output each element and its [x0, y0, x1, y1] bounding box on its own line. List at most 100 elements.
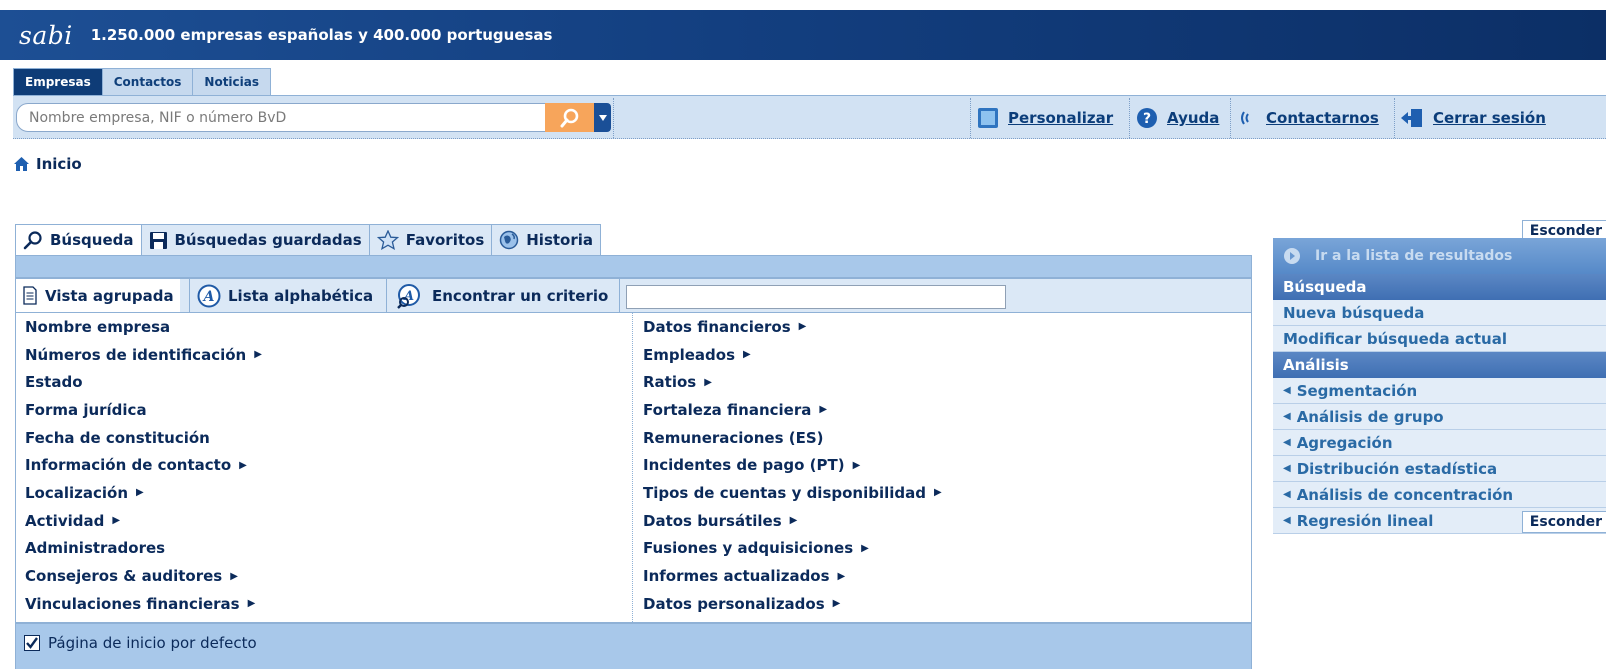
- toolbar-divider: [1394, 98, 1395, 138]
- hide-button-bottom[interactable]: Esconder: [1521, 511, 1606, 533]
- submenu-arrow-icon: ▶: [239, 459, 247, 471]
- criterion-datos-bursatiles[interactable]: Datos bursátiles ▶: [643, 507, 942, 535]
- analysis-item-analisis-de-concentracion[interactable]: ◀ Análisis de concentración: [1273, 482, 1606, 508]
- search-options-dropdown[interactable]: [594, 103, 611, 132]
- analysis-section-header: Análisis: [1273, 352, 1606, 378]
- criterion-administradores[interactable]: Administradores: [25, 535, 262, 563]
- criterion-informes-actualizados[interactable]: Informes actualizados ▶: [643, 562, 942, 590]
- criterion-estado[interactable]: Estado: [25, 368, 262, 396]
- contact-icon: [1241, 111, 1249, 125]
- default-home-checkbox[interactable]: Página de inicio por defecto: [24, 634, 257, 652]
- criterion-label: Datos bursátiles: [643, 511, 782, 530]
- search-icon: [560, 108, 578, 127]
- analysis-item-label: Segmentación: [1296, 381, 1418, 400]
- goto-results-button[interactable]: Ir a la lista de resultados: [1273, 238, 1606, 274]
- checkbox[interactable]: [24, 635, 40, 651]
- criterion-ratios[interactable]: Ratios ▶: [643, 368, 942, 396]
- criterion-label: Datos financieros: [643, 317, 791, 336]
- criterion-consejeros-auditores[interactable]: Consejeros & auditores ▶: [25, 562, 262, 590]
- criterion-tipos-de-cuentas-y-disponibilidad[interactable]: Tipos de cuentas y disponibilidad ▶: [643, 479, 942, 507]
- find-criterion-icon: A: [397, 283, 420, 309]
- criterion-datos-personalizados[interactable]: Datos personalizados ▶: [643, 590, 942, 618]
- criterion-empleados[interactable]: Empleados ▶: [643, 341, 942, 369]
- chevron-down-icon: [598, 114, 607, 121]
- header-tagline: 1.250.000 empresas españolas y 400.000 p…: [90, 26, 553, 44]
- tab-vista-agrupada[interactable]: Vista agrupada: [16, 279, 180, 312]
- criterion-label: Números de identificación: [25, 345, 247, 364]
- criterion-actividad[interactable]: Actividad ▶: [25, 507, 262, 535]
- analysis-item-analisis-de-grupo[interactable]: ◀ Análisis de grupo: [1273, 404, 1606, 430]
- criterion-incidentes-de-pago-pt[interactable]: Incidentes de pago (PT) ▶: [643, 451, 942, 479]
- search-section-header: Búsqueda: [1273, 274, 1606, 300]
- personalize-link[interactable]: Personalizar: [977, 106, 1113, 130]
- submenu-arrow-icon: ▶: [852, 459, 861, 471]
- tab-content-header: [15, 255, 1252, 278]
- criterion-fortaleza-financiera[interactable]: Fortaleza financiera ▶: [643, 396, 942, 424]
- criterion-forma-juridica[interactable]: Forma jurídica: [25, 396, 262, 424]
- document-icon: [23, 286, 37, 305]
- tab-empresas[interactable]: Empresas: [14, 69, 103, 95]
- criterion-label: Incidentes de pago (PT): [643, 456, 845, 475]
- tab-historia[interactable]: Historia: [491, 224, 602, 256]
- tab-label: Vista agrupada: [45, 286, 174, 305]
- tab-lista-alfabetica[interactable]: A Lista alphabética: [191, 279, 379, 312]
- submenu-arrow-icon: ▶: [704, 376, 712, 388]
- modify-search-link[interactable]: Modificar búsqueda actual: [1273, 326, 1606, 352]
- criterion-label: Empleados: [643, 345, 736, 364]
- tab-busquedas-guardadas[interactable]: Búsquedas guardadas: [140, 224, 369, 256]
- breadcrumb-home[interactable]: Inicio: [36, 155, 82, 173]
- analysis-item-segmentacion[interactable]: ◀ Segmentación: [1273, 378, 1606, 404]
- new-search-link[interactable]: Nueva búsqueda: [1273, 300, 1606, 326]
- submenu-arrow-icon: ▶: [837, 570, 846, 582]
- criterion-vinculaciones-financieras[interactable]: Vinculaciones financieras ▶: [25, 590, 262, 618]
- analysis-item-label: Análisis de grupo: [1296, 407, 1444, 426]
- submenu-arrow-icon: ▶: [832, 598, 841, 610]
- logout-link[interactable]: Cerrar sesión: [1400, 106, 1546, 130]
- search-button[interactable]: [545, 103, 594, 132]
- criteria-column-right: Datos financieros ▶ Empleados ▶ Ratios ▶ Forta…: [643, 313, 942, 645]
- criterion-remuneraciones-es[interactable]: Remuneraciones (ES): [643, 424, 942, 452]
- criterion-label: Fusiones y adquisiciones: [643, 539, 854, 558]
- criterion-fusiones-y-adquisiciones[interactable]: Fusiones y adquisiciones ▶: [643, 535, 942, 563]
- criterion-fecha-de-constitucion[interactable]: Fecha de constitución: [25, 424, 262, 452]
- criterion-informacion-de-contacto[interactable]: Información de contacto ▶: [25, 451, 262, 479]
- criterion-label: Tipos de cuentas y disponibilidad: [643, 483, 926, 502]
- criterion-label: Estado: [25, 373, 83, 392]
- tab-label: Favoritos: [405, 231, 485, 249]
- submenu-arrow-icon: ▶: [136, 487, 144, 499]
- main-tabs: Búsqueda Búsquedas guardadas Favoritos H…: [15, 224, 602, 256]
- search-input[interactable]: [16, 103, 562, 132]
- tab-busqueda[interactable]: Búsqueda: [15, 224, 141, 256]
- criterion-label: Forma jurídica: [25, 400, 147, 419]
- criterion-label: Vinculaciones financieras: [25, 594, 240, 613]
- tab-contactos[interactable]: Contactos: [103, 69, 194, 95]
- criteria-panel: Nombre empresa Números de identificación ▶…: [15, 313, 1252, 640]
- breadcrumb[interactable]: Inicio: [13, 155, 82, 173]
- tab-favoritos[interactable]: Favoritos: [368, 224, 492, 256]
- analysis-item-distribucion-estadistica[interactable]: ◀ Distribución estadística: [1273, 456, 1606, 482]
- criterion-localizacion[interactable]: Localización ▶: [25, 479, 262, 507]
- expand-arrow-icon: ◀: [1283, 437, 1291, 448]
- analysis-item-label: Regresión lineal: [1296, 511, 1434, 530]
- criterion-datos-financieros[interactable]: Datos financieros ▶: [643, 313, 942, 341]
- criterion-numeros-de-identificacion[interactable]: Números de identificación ▶: [25, 341, 262, 369]
- top-tabs: Empresas Contactos Noticias: [13, 68, 272, 95]
- submenu-arrow-icon: ▶: [254, 349, 262, 361]
- contact-link[interactable]: Contactarnos: [1239, 106, 1379, 130]
- analysis-item-agregacion[interactable]: ◀ Agregación: [1273, 430, 1606, 456]
- star-icon: [376, 230, 399, 250]
- find-criterion-input[interactable]: [626, 285, 1006, 309]
- analysis-item-label: Distribución estadística: [1296, 459, 1498, 478]
- criterion-label: Fortaleza financiera: [643, 400, 812, 419]
- submenu-arrow-icon: ▶: [789, 515, 798, 527]
- submenu-arrow-icon: ▶: [230, 570, 238, 582]
- help-link[interactable]: ? Ayuda: [1136, 106, 1219, 130]
- criterion-label: Administradores: [25, 539, 166, 558]
- submenu-arrow-icon: ▶: [934, 487, 942, 499]
- tab-encontrar-criterio[interactable]: A Encontrar un criterio: [390, 279, 614, 312]
- logout-label: Cerrar sesión: [1433, 109, 1546, 127]
- tab-noticias[interactable]: Noticias: [193, 69, 270, 95]
- criterion-nombre-empresa[interactable]: Nombre empresa: [25, 313, 262, 341]
- logout-icon: [1401, 109, 1422, 127]
- toolbar: Personalizar ? Ayuda Contactarnos Cerrar…: [13, 95, 1606, 139]
